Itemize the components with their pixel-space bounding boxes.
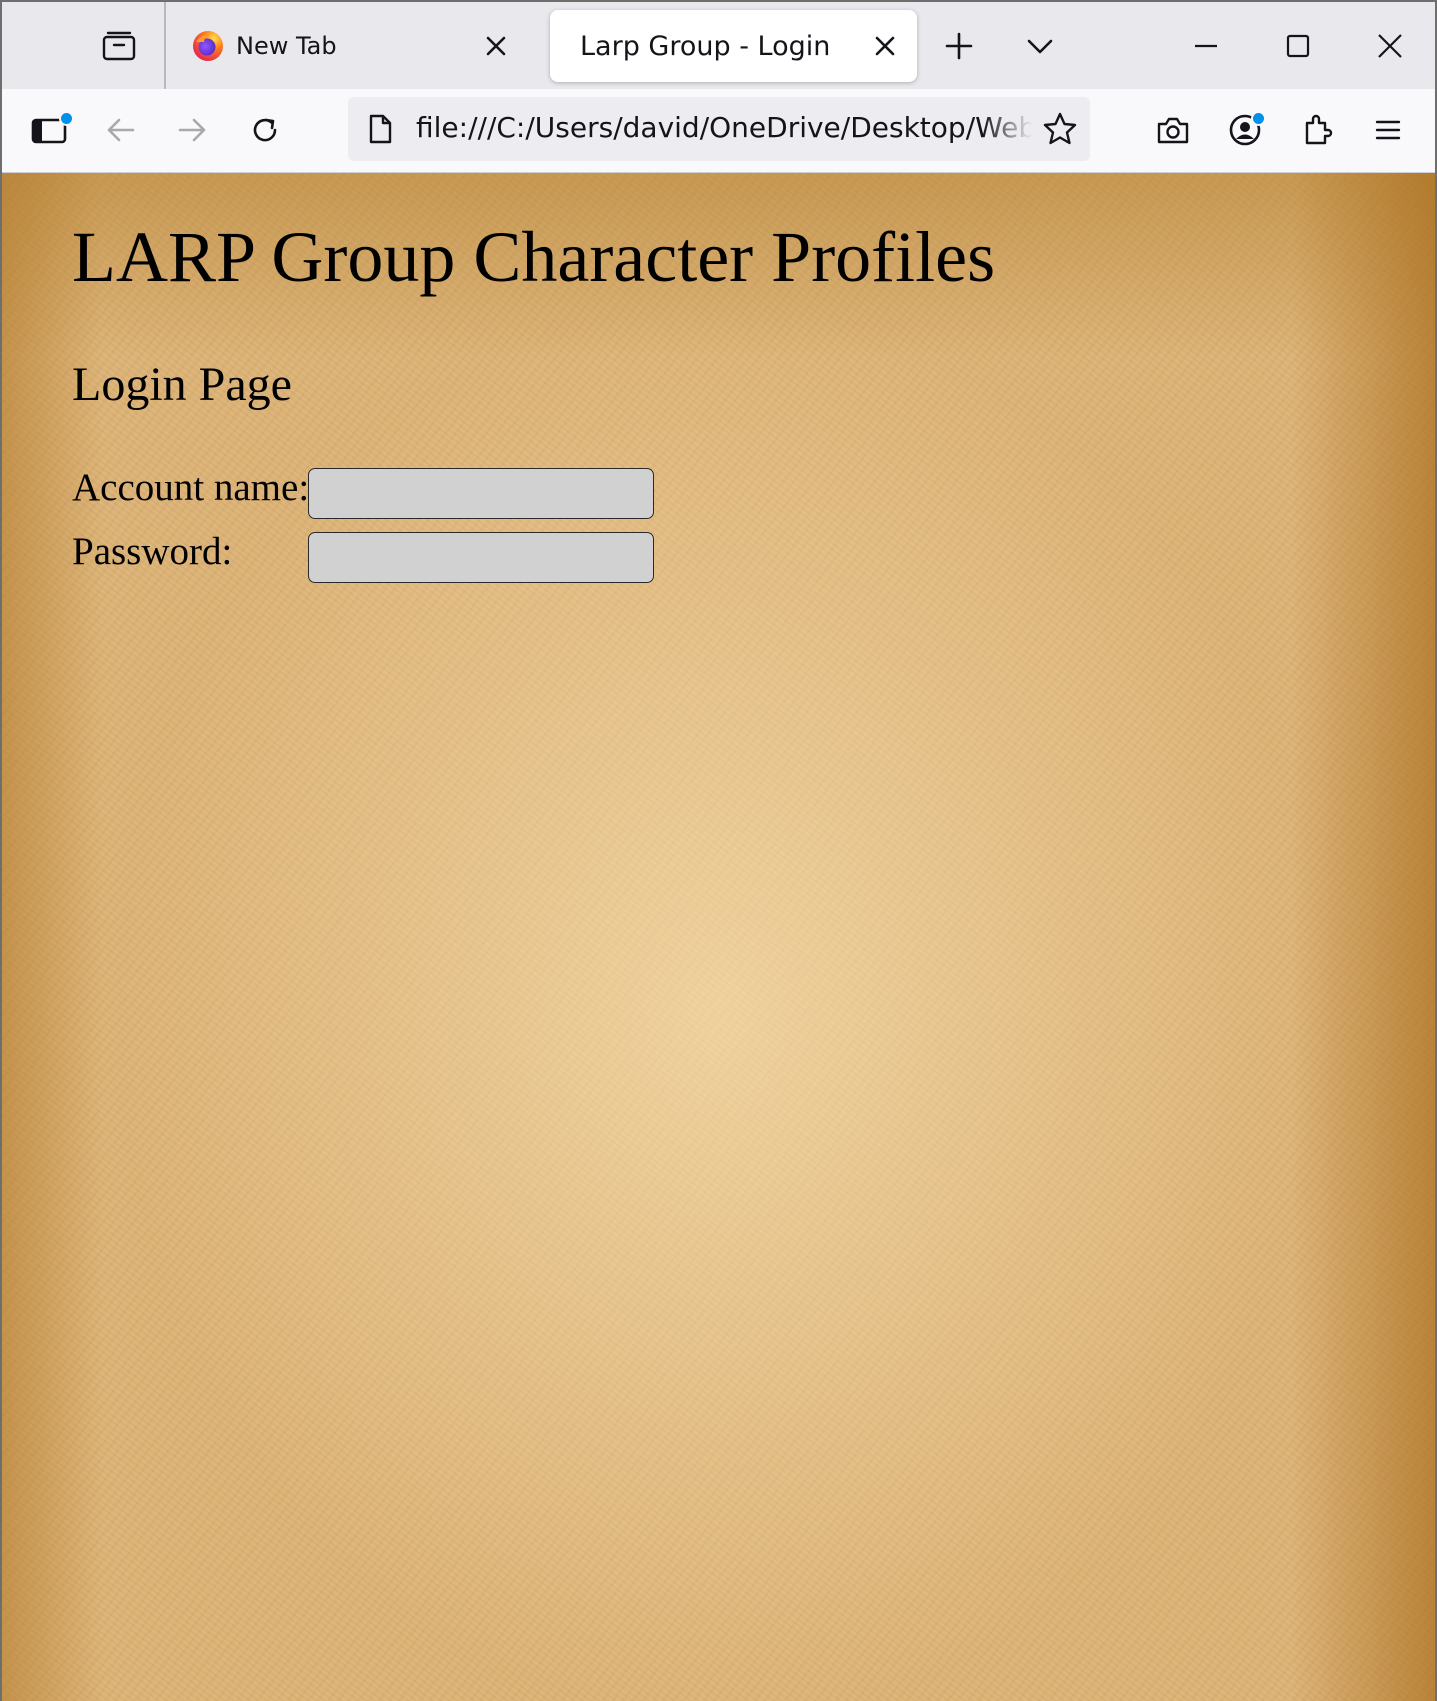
url-text[interactable]: file:///C:/Users/david/OneDrive/Desktop/… xyxy=(416,111,1032,147)
tab-strip: New Tab Larp Group - Login xyxy=(2,2,1435,89)
close-icon[interactable] xyxy=(871,32,899,60)
tab-larp-group-login[interactable]: Larp Group - Login xyxy=(550,10,917,82)
page-icon xyxy=(369,114,392,144)
url-bar[interactable]: file:///C:/Users/david/OneDrive/Desktop/… xyxy=(348,97,1090,161)
account-name-label: Account name: xyxy=(72,466,310,509)
notification-dot xyxy=(1251,111,1266,126)
account-icon[interactable] xyxy=(1224,109,1266,151)
tab-title: New Tab xyxy=(236,32,337,60)
maximize-icon[interactable] xyxy=(1278,26,1318,66)
notification-dot xyxy=(59,111,74,126)
forward-arrow-icon[interactable] xyxy=(171,109,213,151)
page-title: Login Page xyxy=(72,358,292,411)
menu-icon[interactable] xyxy=(1367,109,1409,151)
minimize-icon[interactable] xyxy=(1186,26,1226,66)
back-arrow-icon[interactable] xyxy=(100,109,142,151)
tab-separator xyxy=(164,2,166,89)
close-icon[interactable] xyxy=(482,32,510,60)
bookmark-star-icon[interactable] xyxy=(1042,111,1078,147)
firefox-icon xyxy=(193,31,223,61)
screenshot-camera-icon[interactable] xyxy=(1152,109,1194,151)
page-content: LARP Group Character Profiles Login Page… xyxy=(2,173,1435,1701)
sidebar-icon[interactable] xyxy=(28,109,74,151)
plus-icon[interactable] xyxy=(939,26,979,66)
reload-icon[interactable] xyxy=(244,109,286,151)
tab-new-tab[interactable]: New Tab xyxy=(174,10,544,82)
site-title: LARP Group Character Profiles xyxy=(72,217,996,297)
tab-title: Larp Group - Login xyxy=(580,30,831,62)
window-close-icon[interactable] xyxy=(1370,26,1410,66)
chevron-down-icon[interactable] xyxy=(1020,26,1060,66)
browser-window: New Tab Larp Group - Login file:///C:/Us… xyxy=(0,0,1437,1701)
tab-overview-icon[interactable] xyxy=(102,29,136,63)
password-label: Password: xyxy=(72,530,233,573)
password-input[interactable] xyxy=(308,532,654,583)
extensions-icon[interactable] xyxy=(1296,109,1338,151)
account-name-input[interactable] xyxy=(308,468,654,519)
navigation-toolbar: file:///C:/Users/david/OneDrive/Desktop/… xyxy=(2,89,1435,173)
